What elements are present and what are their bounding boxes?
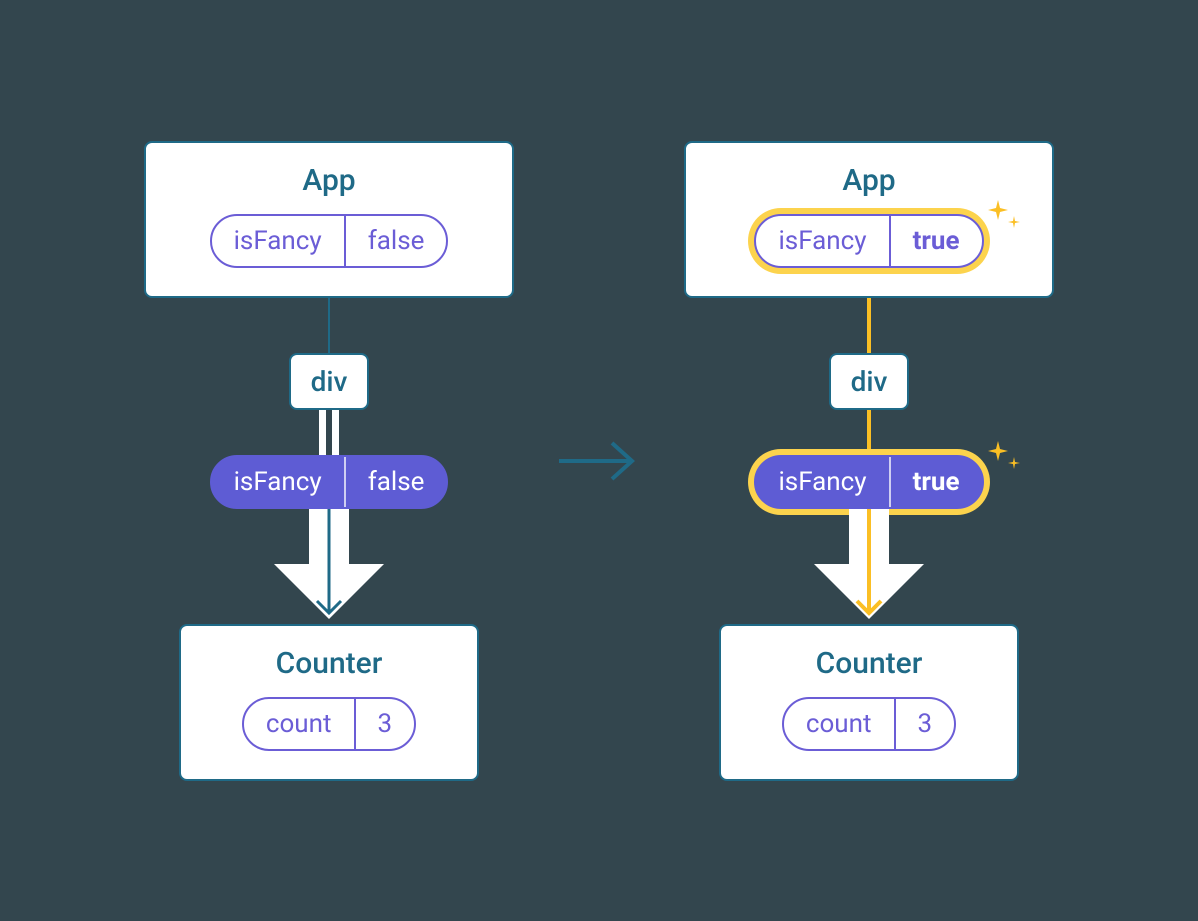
state-key: isFancy: [756, 216, 888, 266]
sparkle-icon: [984, 196, 1024, 236]
arrow-icon: [789, 509, 949, 624]
state-value: true: [891, 216, 982, 266]
arrow-right-icon: [554, 431, 644, 491]
app-title: App: [302, 163, 355, 198]
counter-node-before: Counter count 3: [179, 624, 479, 781]
connector: [328, 298, 330, 353]
state-key: isFancy: [212, 216, 344, 266]
state-value: false: [346, 216, 447, 266]
counter-title: Counter: [816, 646, 923, 681]
state-value: 3: [356, 699, 415, 749]
sparkle-icon: [984, 437, 1024, 477]
passed-prop-pill-before: isFancy false: [210, 455, 449, 509]
app-node-before: App isFancy false: [144, 141, 514, 298]
counter-state-pill: count 3: [782, 697, 956, 751]
app-state-pill-changed: isFancy true: [754, 214, 983, 268]
state-preservation-diagram: App isFancy false div isFancy false: [144, 141, 1054, 781]
app-title: App: [842, 163, 895, 198]
arrow-icon: [249, 509, 409, 624]
tree-after: App isFancy true div isFancy: [684, 141, 1054, 781]
counter-state-pill: count 3: [242, 697, 416, 751]
counter-node-after: Counter count 3: [719, 624, 1019, 781]
prop-key: isFancy: [212, 457, 344, 507]
div-node-after: div: [829, 353, 910, 410]
arrow-to-counter: [249, 509, 409, 624]
counter-title: Counter: [276, 646, 383, 681]
tree-before: App isFancy false div isFancy false: [144, 141, 514, 781]
transition-arrow: [554, 431, 644, 491]
app-state-pill: isFancy false: [210, 214, 449, 268]
connector-changed: [867, 298, 871, 353]
passed-prop-pill-after: isFancy true: [754, 455, 983, 509]
div-node-before: div: [289, 353, 370, 410]
prop-value: false: [346, 457, 447, 507]
connector-changed: [867, 410, 871, 455]
state-key: count: [244, 699, 354, 749]
state-key: count: [784, 699, 894, 749]
state-value: 3: [896, 699, 955, 749]
prop-key: isFancy: [756, 457, 888, 507]
connector-double: [319, 410, 339, 455]
prop-value: true: [891, 457, 982, 507]
arrow-to-counter-changed: [789, 509, 949, 624]
app-node-after: App isFancy true: [684, 141, 1054, 298]
